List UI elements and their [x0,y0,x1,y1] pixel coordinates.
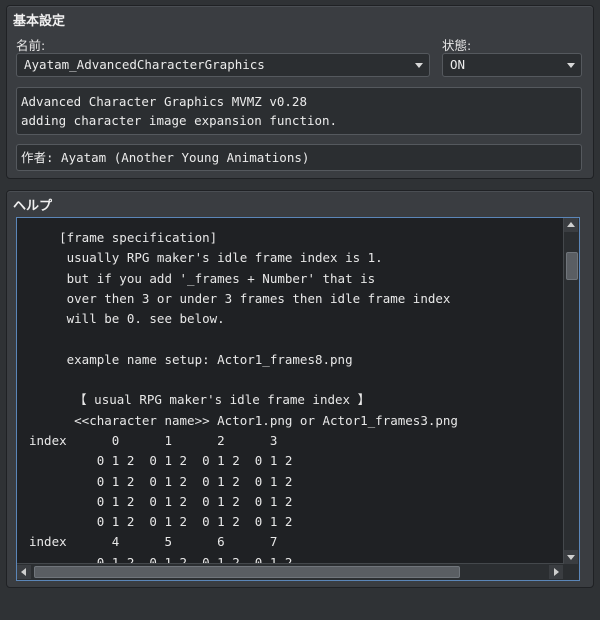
status-value: ON [450,57,466,72]
horizontal-scrollbar[interactable] [17,563,564,580]
scroll-down-arrow-icon [567,555,575,560]
scroll-right-button[interactable] [549,565,563,579]
scroll-up-button[interactable] [564,218,578,232]
status-select[interactable]: ON [442,53,582,77]
plugin-description: Advanced Character Graphics MVMZ v0.28 a… [16,87,582,135]
chevron-down-icon [415,63,423,68]
scroll-up-arrow-icon [567,222,575,227]
chevron-down-icon [567,63,575,68]
plugin-author: 作者: Ayatam (Another Young Animations) [16,144,582,171]
plugin-name-value: Ayatam_AdvancedCharacterGraphics [24,57,265,72]
basic-settings-panel: 基本設定 名前: Ayatam_AdvancedCharacterGraphic… [6,5,594,179]
scrollbar-corner [563,564,579,580]
plugin-name-select[interactable]: Ayatam_AdvancedCharacterGraphics [16,53,430,77]
horizontal-scroll-thumb[interactable] [34,566,460,578]
name-label: 名前: [16,38,46,53]
vertical-scrollbar[interactable] [563,218,579,564]
scroll-left-button[interactable] [17,565,31,579]
vertical-scroll-thumb[interactable] [566,252,578,280]
status-label: 状態: [442,38,472,53]
scroll-down-button[interactable] [564,550,578,564]
scroll-right-arrow-icon [554,568,559,576]
scroll-left-arrow-icon [21,568,26,576]
help-panel: ヘルプ [frame specification] usually RPG ma… [6,190,594,588]
help-title: ヘルプ [13,199,53,214]
help-text-area[interactable]: [frame specification] usually RPG maker'… [16,217,580,581]
basic-settings-title: 基本設定 [13,14,66,29]
help-text-content: [frame specification] usually RPG maker'… [29,230,458,570]
